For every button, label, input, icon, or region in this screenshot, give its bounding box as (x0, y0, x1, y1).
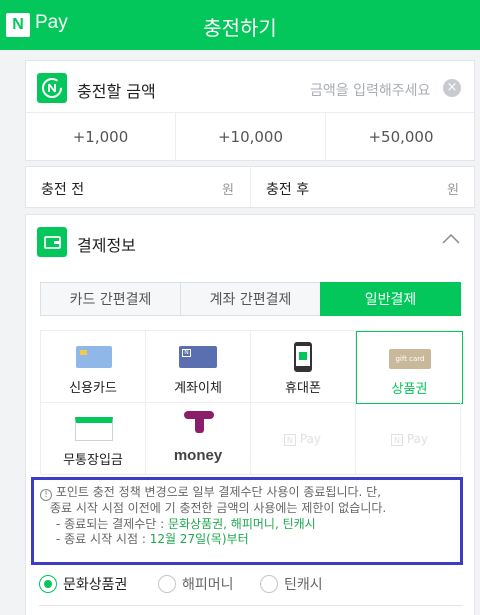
method-disabled: N Pay (356, 403, 461, 475)
notice-line-4: - 종료 시작 시점 : 12월 27일(목)부터 (56, 532, 249, 546)
radio-culture-gift[interactable]: 문화상품권 (39, 574, 127, 594)
npay-disabled-icon: N Pay (391, 432, 428, 446)
method-label: 상품권 (391, 382, 428, 397)
wallet-icon (37, 227, 67, 257)
notice-line-1: ! 포인트 충전 정책 변경으로 일부 결제수단 사용이 종료됩니다. 단, (40, 485, 454, 501)
method-credit-card[interactable]: 신용카드 (41, 331, 146, 403)
add-50000-button[interactable]: +50,000 (326, 113, 476, 161)
tab-card-easy[interactable]: 카드 간편결제 (40, 282, 181, 316)
deposit-card-icon (75, 417, 113, 441)
gift-card-icon: gift card (389, 349, 431, 369)
add-10000-button[interactable]: +10,000 (176, 113, 326, 161)
radio-circle (39, 575, 57, 593)
radio-circle (158, 575, 176, 593)
page-title: 충전하기 (203, 16, 277, 40)
charge-amount-card: 충전할 금액 금액을 입력해주세요 × +1,000 +10,000 +50,0… (25, 60, 475, 161)
npay-disabled-text: Pay (299, 432, 321, 446)
method-bank-deposit[interactable]: 무통장입금 (41, 403, 146, 475)
balance-card: 충전 전 원 충전 후 원 (25, 166, 475, 208)
payment-method-grid: 신용카드 N 계좌이체 휴대폰 gift card 상품권 무통장입금 mone… (40, 330, 463, 475)
policy-notice: ! 포인트 충전 정책 변경으로 일부 결제수단 사용이 종료됩니다. 단, 종… (31, 477, 463, 565)
payment-tabs: 카드 간편결제 계좌 간편결제 일반결제 (40, 282, 461, 316)
credit-card-icon (76, 346, 112, 368)
clear-icon[interactable]: × (443, 79, 461, 97)
npay-disabled-icon: N Pay (284, 432, 321, 446)
method-disabled: N Pay (251, 403, 356, 475)
bank-card-icon: N (179, 346, 217, 368)
method-gift-card[interactable]: gift card 상품권 (356, 331, 463, 404)
method-mobile[interactable]: 휴대폰 (251, 331, 356, 403)
ending-date: 12월 27일(목)부터 (149, 532, 249, 546)
before-label: 충전 전 (41, 182, 85, 198)
collapse-chevron-icon[interactable] (441, 231, 461, 250)
method-label: 무통장입금 (63, 453, 123, 468)
notice-line-3: - 종료되는 결제수단 : 문화상품권, 해피머니, 틴캐시 (56, 516, 316, 531)
tab-account-easy[interactable]: 계좌 간편결제 (180, 282, 321, 316)
radio-circle (260, 575, 278, 593)
method-bank-transfer[interactable]: N 계좌이체 (146, 331, 251, 403)
ending-methods: 문화상품권, 해피머니, 틴캐시 (167, 516, 316, 531)
method-tmoney[interactable]: money (146, 403, 251, 475)
divider (39, 605, 463, 606)
notice-line-2: 종료 시작 시점 이전에 기 충전한 금액의 사용에는 제한이 없습니다. (50, 501, 387, 515)
method-label: 휴대폰 (285, 381, 321, 396)
divider (250, 167, 251, 207)
charge-icon (37, 73, 67, 103)
tab-general[interactable]: 일반결제 (320, 282, 461, 316)
tmoney-logo-icon (184, 411, 214, 433)
tmoney-label: money (173, 447, 223, 464)
phone-icon (294, 342, 312, 372)
after-label: 충전 후 (266, 182, 310, 198)
radio-happymoney[interactable]: 해피머니 (158, 574, 234, 594)
add-1000-button[interactable]: +1,000 (26, 113, 176, 161)
info-icon: ! (40, 489, 52, 501)
app-header: N Pay 충전하기 (0, 0, 480, 50)
after-unit: 원 (447, 183, 459, 198)
payment-title: 결제정보 (77, 236, 136, 255)
before-unit: 원 (222, 183, 234, 198)
amount-input[interactable]: 금액을 입력해주세요 (310, 80, 430, 100)
method-label: 계좌이체 (174, 381, 222, 396)
method-label: 신용카드 (69, 381, 117, 396)
radio-teencash[interactable]: 틴캐시 (260, 574, 323, 594)
charge-amount-label: 충전할 금액 (77, 82, 156, 101)
npay-disabled-text: Pay (406, 432, 428, 446)
